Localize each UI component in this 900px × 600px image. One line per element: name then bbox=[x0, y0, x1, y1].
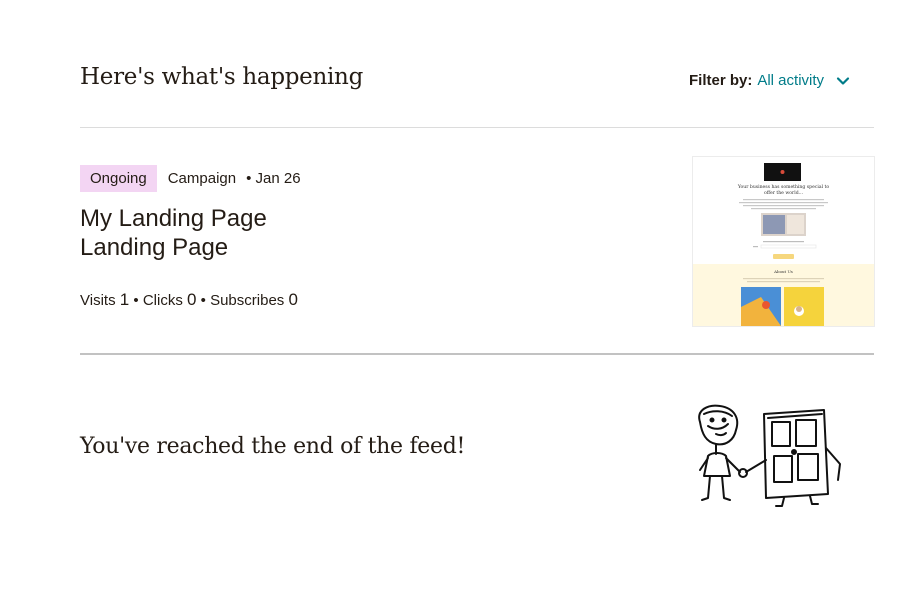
item-stats: Visits 1 • Clicks 0 • Subscribes 0 bbox=[80, 290, 298, 310]
subscribes-label: Subscribes bbox=[210, 292, 285, 309]
stat-separator: • bbox=[133, 292, 139, 309]
subscribes-count: 0 bbox=[288, 290, 298, 309]
person-with-door-illustration-icon bbox=[698, 404, 841, 507]
stat-separator: • bbox=[200, 292, 206, 309]
landing-page-thumbnail[interactable]: Your business has something special to o… bbox=[692, 156, 875, 327]
status-badge: Ongoing bbox=[80, 165, 157, 192]
clicks-label: Clicks bbox=[142, 292, 183, 309]
thumbnail-section-title: About Us bbox=[773, 269, 793, 274]
filter-label: Filter by: bbox=[689, 72, 753, 89]
item-title-link[interactable]: My Landing Page Landing Page bbox=[80, 204, 267, 262]
feed-item-meta: Ongoing Campaign • Jan 26 bbox=[80, 165, 301, 192]
feed-divider bbox=[80, 353, 874, 355]
item-type: Campaign bbox=[167, 170, 237, 187]
item-subtitle: Landing Page bbox=[80, 234, 229, 261]
visits-count: 1 bbox=[119, 290, 130, 309]
activity-feed-page: Here's what's happening Filter by: All a… bbox=[0, 0, 900, 600]
item-date: • Jan 26 bbox=[246, 170, 301, 187]
clicks-count: 0 bbox=[187, 290, 197, 309]
thumbnail-headline-2: offer the world... bbox=[764, 190, 804, 196]
thumbnail-headline: Your business has something special to bbox=[737, 184, 830, 190]
thumbnail-preview: Your business has something special to o… bbox=[693, 157, 874, 326]
activity-filter[interactable]: Filter by: All activity bbox=[689, 72, 850, 89]
header-divider bbox=[80, 127, 874, 128]
visits-label: Visits bbox=[80, 292, 116, 309]
chevron-down-icon[interactable] bbox=[836, 74, 850, 88]
end-of-feed-message: You've reached the end of the feed! bbox=[80, 434, 466, 459]
filter-dropdown-value[interactable]: All activity bbox=[757, 72, 824, 89]
page-title: Here's what's happening bbox=[80, 64, 363, 90]
item-title: My Landing Page bbox=[80, 205, 267, 232]
